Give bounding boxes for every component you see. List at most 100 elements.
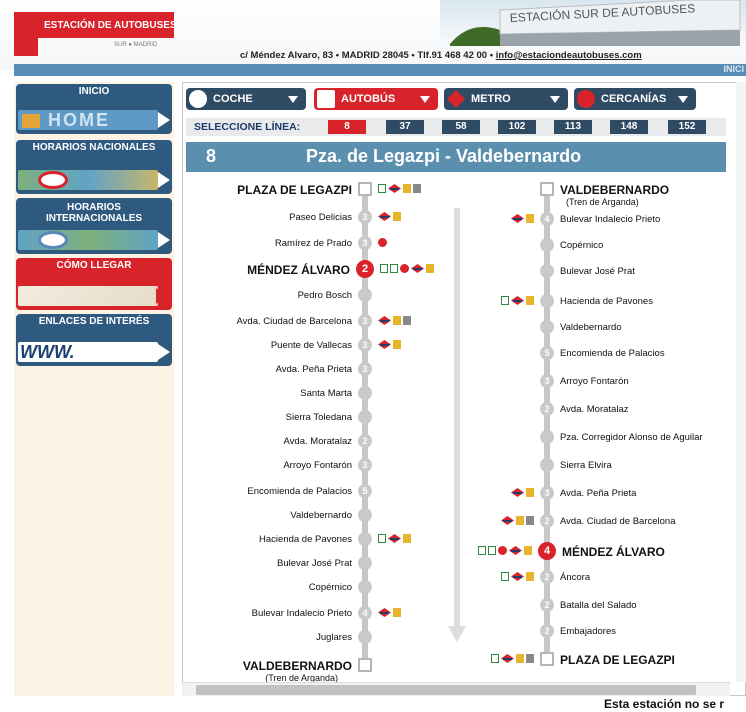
stop-marker [540, 430, 554, 444]
stop-name: Bulevar José Prat [560, 266, 635, 277]
route-stop[interactable]: Valdebernardo [186, 318, 726, 338]
route-stop[interactable]: Batalla del Salado 2 [186, 596, 726, 616]
metro-icon [511, 488, 524, 497]
tab-coche[interactable]: COCHE [186, 88, 306, 110]
logo-mark [14, 12, 38, 56]
logo-subtitle: SUR ● MADRID [114, 42, 158, 48]
line-chip-58[interactable]: 58 [442, 120, 480, 134]
car-icon [189, 90, 207, 108]
tab-autobus[interactable]: AUTOBÚS [314, 88, 438, 110]
route-stop[interactable]: MÉNDEZ ÁLVARO 4 [186, 542, 726, 562]
stop-marker: 5 [540, 346, 554, 360]
stop-marker [540, 320, 554, 334]
route-stop[interactable]: Embajadores 2 [186, 622, 726, 642]
connections [478, 546, 532, 555]
tab-metro[interactable]: METRO [444, 88, 568, 110]
tab-label: COCHE [213, 93, 253, 105]
sidebar-item-label: HORARIOS INTERNACIONALES [45, 202, 143, 224]
chevron-down-icon [288, 95, 298, 103]
route-stop[interactable]: Avda. Ciudad de Barcelona 2 [186, 512, 726, 532]
bus-icon [317, 90, 335, 108]
line-chip-102[interactable]: 102 [498, 120, 536, 134]
stop-marker: 3 [540, 486, 554, 500]
connections [491, 654, 534, 663]
route-stop[interactable]: Hacienda de Pavones [186, 292, 726, 312]
stop-marker: 2 [540, 402, 554, 416]
station-notice: Esta estación no se r [604, 697, 725, 711]
transport-tabs: COCHE AUTOBÚS METRO CERCANÍAS [186, 88, 726, 112]
sidebar: INICIO HOME HORARIOS NACIONALES HORARIOS… [14, 82, 174, 696]
sidebar-item-enlaces[interactable]: ENLACES DE INTERÉS WWW. [16, 314, 172, 366]
top-inicio-link[interactable]: INICI [723, 64, 744, 74]
stop-marker: 4 [540, 212, 554, 226]
stop-name: Batalla del Salado [560, 600, 637, 611]
sidebar-item-label: HORARIOS NACIONALES [32, 142, 156, 153]
stop-name: Sierra Elvira [560, 460, 612, 471]
stop-marker [540, 238, 554, 252]
line-chip-8[interactable]: 8 [328, 120, 366, 134]
sidebar-item-horarios-nacionales[interactable]: HORARIOS NACIONALES [16, 140, 172, 194]
tab-cercanias[interactable]: CERCANÍAS [574, 88, 696, 110]
stop-name: Hacienda de Pavones [560, 296, 653, 307]
street-map-image [18, 286, 158, 306]
line-number-icon [526, 516, 534, 525]
line-chip-37[interactable]: 37 [386, 120, 424, 134]
sidebar-item-inicio[interactable]: INICIO HOME [16, 84, 172, 134]
metro-icon [511, 214, 524, 223]
route-stop[interactable]: PLAZA DE LEGAZPI [186, 650, 726, 670]
stop-marker: 2 [540, 624, 554, 638]
cercanias-icon [498, 546, 507, 555]
bus-icon [478, 546, 486, 555]
metro-icon [509, 546, 522, 555]
route-stop[interactable]: Avda. Moratalaz 2 [186, 400, 726, 420]
route-stop[interactable]: Arroyo Fontarón 3 [186, 372, 726, 392]
sidebar-item-como-llegar[interactable]: CÓMO LLEGAR [16, 258, 172, 310]
stop-name: Avda. Ciudad de Barcelona [560, 516, 676, 527]
metro-icon [511, 572, 524, 581]
route-stop[interactable]: VALDEBERNARDO (Tren de Arganda) [186, 180, 726, 207]
chevron-right-icon [158, 172, 170, 188]
route-stop[interactable]: Copérnico [186, 236, 726, 256]
route-stop[interactable]: Bulevar José Prat [186, 262, 726, 282]
stop-name: Copérnico [560, 240, 604, 251]
route-stop[interactable]: Sierra Elvira [186, 456, 726, 476]
metro-icon [511, 296, 524, 305]
logo-title: ESTACIÓN DE AUTOBUSES [44, 20, 177, 31]
terminal-marker [540, 182, 554, 196]
clock-icon [38, 231, 68, 249]
site-header: ESTACIÓN DE AUTOBUSES SUR ● MADRID ESTAC… [0, 0, 746, 76]
cercanias-icon [577, 90, 595, 108]
stop-name: Embajadores [560, 626, 616, 637]
site-logo[interactable]: ESTACIÓN DE AUTOBUSES SUR ● MADRID [14, 12, 177, 56]
route-stop[interactable]: Pza. Corregidor Alonso de Aguilar [186, 428, 726, 448]
stop-name: Áncora [560, 572, 591, 583]
route-stop[interactable]: Bulevar Indalecio Prieto 4 [186, 210, 726, 230]
route-stop[interactable]: Áncora 2 [186, 568, 726, 588]
metro-icon [501, 516, 514, 525]
www-banner-text: WWW. [20, 342, 75, 362]
line-chip-148[interactable]: 148 [610, 120, 648, 134]
stop-name: PLAZA DE LEGAZPI [560, 653, 675, 667]
connections [501, 572, 534, 581]
house-icon [22, 114, 40, 128]
line-chip-113[interactable]: 113 [554, 120, 592, 134]
clock-world-image [18, 230, 158, 250]
vertical-scrollbar[interactable] [736, 82, 746, 682]
route-stop[interactable]: Encomienda de Palacios 5 [186, 344, 726, 364]
line-number-icon [516, 516, 524, 525]
stop-marker: 2 [540, 570, 554, 584]
horizontal-scrollbar[interactable] [182, 682, 730, 696]
scrollbar-thumb[interactable] [196, 685, 696, 695]
route-stop[interactable]: Avda. Peña Prieta 3 [186, 484, 726, 504]
sidebar-item-label: CÓMO LLEGAR [56, 260, 132, 271]
email-link[interactable]: info@estaciondeautobuses.com [496, 50, 642, 61]
route-title-bar: 8 Pza. de Legazpi - Valdebernardo [186, 142, 726, 172]
tab-label: AUTOBÚS [341, 93, 396, 105]
bus-icon [491, 654, 499, 663]
sidebar-item-horarios-internacionales[interactable]: HORARIOS INTERNACIONALES [16, 198, 172, 254]
sidebar-item-label: INICIO [78, 86, 110, 97]
stop-name: Pza. Corregidor Alonso de Aguilar [560, 432, 703, 443]
stop-name: MÉNDEZ ÁLVARO [562, 545, 665, 559]
bus-icon [488, 546, 496, 555]
line-chip-152[interactable]: 152 [668, 120, 706, 134]
